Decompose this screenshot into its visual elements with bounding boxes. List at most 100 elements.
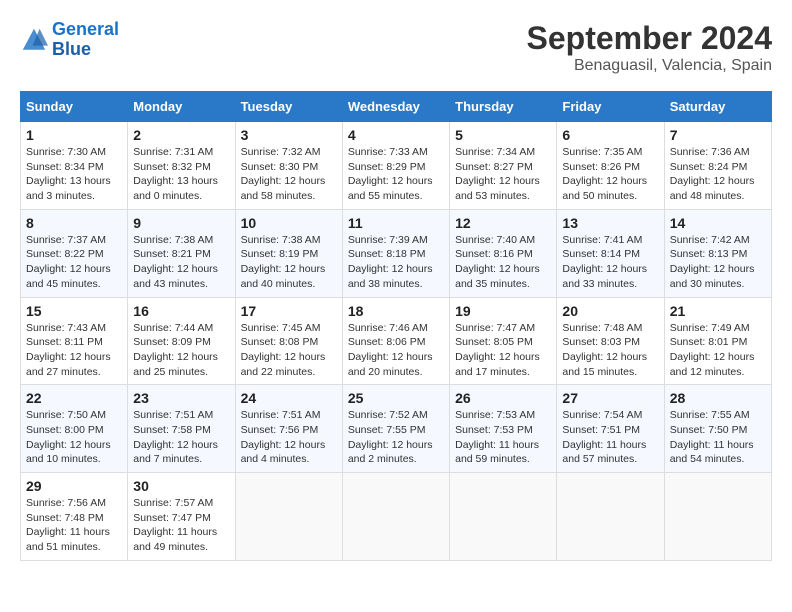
calendar-cell [450,473,557,561]
day-info: Sunrise: 7:53 AMSunset: 7:53 PMDaylight:… [455,408,551,467]
logo-icon [20,26,48,54]
day-number: 13 [562,215,658,231]
day-info: Sunrise: 7:39 AMSunset: 8:18 PMDaylight:… [348,233,444,292]
day-info: Sunrise: 7:52 AMSunset: 7:55 PMDaylight:… [348,408,444,467]
calendar-cell: 27 Sunrise: 7:54 AMSunset: 7:51 PMDayligh… [557,385,664,473]
day-info: Sunrise: 7:50 AMSunset: 8:00 PMDaylight:… [26,408,122,467]
logo: GeneralBlue [20,20,119,60]
location: Benaguasil, Valencia, Spain [527,57,772,75]
day-number: 23 [133,390,229,406]
day-number: 25 [348,390,444,406]
week-row-1: 1 Sunrise: 7:30 AMSunset: 8:34 PMDaylight… [21,122,772,210]
day-number: 21 [670,303,766,319]
calendar-table: Sunday Monday Tuesday Wednesday Thursday… [20,91,772,561]
day-info: Sunrise: 7:41 AMSunset: 8:14 PMDaylight:… [562,233,658,292]
calendar-cell: 12Sunrise: 7:40 AMSunset: 8:16 PMDayligh… [450,209,557,297]
day-info: Sunrise: 7:38 AMSunset: 8:19 PMDaylight:… [241,233,337,292]
day-info: Sunrise: 7:37 AMSunset: 8:22 PMDaylight:… [26,233,122,292]
calendar-cell: 21 Sunrise: 7:49 AMSunset: 8:01 PMDayligh… [664,297,771,385]
calendar-cell: 3 Sunrise: 7:32 AMSunset: 8:30 PMDaylight… [235,122,342,210]
day-info: Sunrise: 7:47 AMSunset: 8:05 PMDaylight:… [455,321,551,380]
calendar-cell: 6 Sunrise: 7:35 AMSunset: 8:26 PMDaylight… [557,122,664,210]
col-monday: Monday [128,92,235,122]
day-number: 16 [133,303,229,319]
day-info: Sunrise: 7:48 AMSunset: 8:03 PMDaylight:… [562,321,658,380]
day-info: Sunrise: 7:34 AMSunset: 8:27 PMDaylight:… [455,145,551,204]
day-info: Sunrise: 7:43 AMSunset: 8:11 PMDaylight:… [26,321,122,380]
day-number: 15 [26,303,122,319]
day-number: 28 [670,390,766,406]
col-tuesday: Tuesday [235,92,342,122]
calendar-cell: 29Sunrise: 7:56 AMSunset: 7:48 PMDayligh… [21,473,128,561]
day-number: 29 [26,478,122,494]
day-info: Sunrise: 7:51 AMSunset: 7:58 PMDaylight:… [133,408,229,467]
day-number: 8 [26,215,122,231]
header-row: Sunday Monday Tuesday Wednesday Thursday… [21,92,772,122]
col-sunday: Sunday [21,92,128,122]
day-info: Sunrise: 7:30 AMSunset: 8:34 PMDaylight:… [26,145,122,204]
calendar-cell: 16Sunrise: 7:44 AMSunset: 8:09 PMDayligh… [128,297,235,385]
calendar-cell: 30 Sunrise: 7:57 AMSunset: 7:47 PMDayligh… [128,473,235,561]
day-number: 9 [133,215,229,231]
calendar-cell: 15 Sunrise: 7:43 AMSunset: 8:11 PMDayligh… [21,297,128,385]
calendar-cell: 26 Sunrise: 7:53 AMSunset: 7:53 PMDayligh… [450,385,557,473]
day-number: 10 [241,215,337,231]
calendar-cell [557,473,664,561]
day-info: Sunrise: 7:49 AMSunset: 8:01 PMDaylight:… [670,321,766,380]
day-info: Sunrise: 7:57 AMSunset: 7:47 PMDaylight:… [133,496,229,555]
day-number: 30 [133,478,229,494]
calendar-cell: 7 Sunrise: 7:36 AMSunset: 8:24 PMDaylight… [664,122,771,210]
calendar-cell: 13 Sunrise: 7:41 AMSunset: 8:14 PMDayligh… [557,209,664,297]
calendar-cell: 22 Sunrise: 7:50 AMSunset: 8:00 PMDayligh… [21,385,128,473]
logo-text: GeneralBlue [52,20,119,60]
month-title: September 2024 [527,20,772,57]
calendar-cell: 4Sunrise: 7:33 AMSunset: 8:29 PMDaylight… [342,122,449,210]
week-row-4: 22 Sunrise: 7:50 AMSunset: 8:00 PMDayligh… [21,385,772,473]
calendar-cell: 9Sunrise: 7:38 AMSunset: 8:21 PMDaylight… [128,209,235,297]
calendar-cell: 17 Sunrise: 7:45 AMSunset: 8:08 PMDayligh… [235,297,342,385]
day-number: 3 [241,127,337,143]
day-number: 7 [670,127,766,143]
calendar-cell: 5Sunrise: 7:34 AMSunset: 8:27 PMDaylight… [450,122,557,210]
calendar-cell [342,473,449,561]
day-info: Sunrise: 7:40 AMSunset: 8:16 PMDaylight:… [455,233,551,292]
calendar-cell [664,473,771,561]
week-row-5: 29Sunrise: 7:56 AMSunset: 7:48 PMDayligh… [21,473,772,561]
day-number: 19 [455,303,551,319]
col-saturday: Saturday [664,92,771,122]
calendar-cell: 24Sunrise: 7:51 AMSunset: 7:56 PMDayligh… [235,385,342,473]
calendar-cell [235,473,342,561]
day-number: 17 [241,303,337,319]
day-number: 18 [348,303,444,319]
day-number: 1 [26,127,122,143]
col-wednesday: Wednesday [342,92,449,122]
day-info: Sunrise: 7:36 AMSunset: 8:24 PMDaylight:… [670,145,766,204]
calendar-cell: 23 Sunrise: 7:51 AMSunset: 7:58 PMDayligh… [128,385,235,473]
day-info: Sunrise: 7:32 AMSunset: 8:30 PMDaylight:… [241,145,337,204]
day-info: Sunrise: 7:54 AMSunset: 7:51 PMDaylight:… [562,408,658,467]
day-info: Sunrise: 7:33 AMSunset: 8:29 PMDaylight:… [348,145,444,204]
calendar-cell: 25 Sunrise: 7:52 AMSunset: 7:55 PMDayligh… [342,385,449,473]
day-number: 6 [562,127,658,143]
calendar-cell: 2Sunrise: 7:31 AMSunset: 8:32 PMDaylight… [128,122,235,210]
day-number: 20 [562,303,658,319]
day-number: 27 [562,390,658,406]
week-row-2: 8 Sunrise: 7:37 AMSunset: 8:22 PMDaylight… [21,209,772,297]
day-number: 14 [670,215,766,231]
title-block: September 2024 Benaguasil, Valencia, Spa… [527,20,772,75]
calendar-cell: 1 Sunrise: 7:30 AMSunset: 8:34 PMDaylight… [21,122,128,210]
day-info: Sunrise: 7:42 AMSunset: 8:13 PMDaylight:… [670,233,766,292]
day-number: 26 [455,390,551,406]
col-friday: Friday [557,92,664,122]
day-info: Sunrise: 7:45 AMSunset: 8:08 PMDaylight:… [241,321,337,380]
day-number: 22 [26,390,122,406]
page-header: GeneralBlue September 2024 Benaguasil, V… [20,20,772,75]
calendar-cell: 20 Sunrise: 7:48 AMSunset: 8:03 PMDayligh… [557,297,664,385]
day-info: Sunrise: 7:51 AMSunset: 7:56 PMDaylight:… [241,408,337,467]
week-row-3: 15 Sunrise: 7:43 AMSunset: 8:11 PMDayligh… [21,297,772,385]
calendar-cell: 19 Sunrise: 7:47 AMSunset: 8:05 PMDayligh… [450,297,557,385]
calendar-cell: 11Sunrise: 7:39 AMSunset: 8:18 PMDayligh… [342,209,449,297]
calendar-cell: 8 Sunrise: 7:37 AMSunset: 8:22 PMDaylight… [21,209,128,297]
calendar-cell: 14 Sunrise: 7:42 AMSunset: 8:13 PMDayligh… [664,209,771,297]
day-info: Sunrise: 7:35 AMSunset: 8:26 PMDaylight:… [562,145,658,204]
